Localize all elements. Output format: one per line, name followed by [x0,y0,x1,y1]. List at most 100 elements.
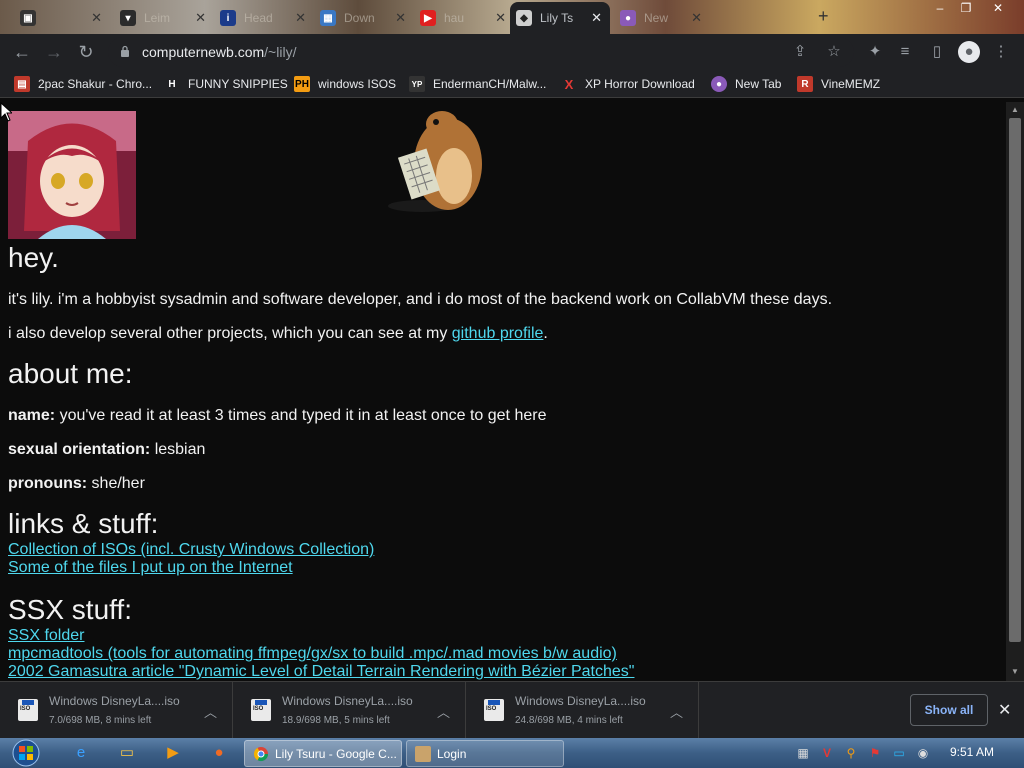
orientation-row: sexual orientation: lesbian [8,441,205,459]
bookmark-label: EndermanCH/Malw... [433,77,547,91]
mouse-cursor-icon [0,102,12,122]
files-link[interactable]: Some of the files I put up on the Intern… [8,559,293,577]
menu-kebab-icon[interactable]: ⋮ [990,41,1012,63]
folder-icon[interactable]: ▭ [116,742,138,764]
iso-file-icon [251,699,271,721]
bookmark-item[interactable]: H FUNNY SNIPPIES [164,75,288,93]
profile-avatar-icon[interactable]: ● [958,41,980,63]
tray-search-icon[interactable]: ⚲ [842,744,860,762]
taskbar-clock: 9:51 AM [950,745,995,759]
tab-favicon-icon: ● [620,10,636,26]
bookmark-item[interactable]: ▤ 2pac Shakur - Chro... [14,75,152,93]
tab-label: hau [444,11,465,25]
bookmark-2pac-icon: ▤ [14,76,30,92]
projects-paragraph: i also develop several other projects, w… [8,325,548,343]
bookmark-label: XP Horror Download [585,77,695,91]
taskbar-login-button[interactable]: Login [406,740,564,767]
projects-prefix: i also develop several other projects, w… [8,325,452,342]
show-all-button[interactable]: Show all [910,694,988,726]
avatar [8,111,136,239]
side-panel-icon[interactable]: ▯ [926,41,948,63]
close-window-icon[interactable]: ✕ [984,0,1012,16]
tab-2[interactable]: ▾ Leim ✕ [114,4,214,32]
tab-close-icon[interactable]: ✕ [295,10,306,26]
url-text[interactable]: computernewb.com/~lily/ [142,44,296,60]
firefox-icon[interactable]: ● [208,742,230,764]
minimize-icon[interactable]: – [926,0,954,16]
media-queue-icon[interactable]: ≡ [894,41,916,63]
gamasutra-article-link[interactable]: 2002 Gamasutra article "Dynamic Level of… [8,663,634,681]
tab-close-icon[interactable]: ✕ [591,10,602,26]
star-bookmark-icon[interactable]: ☆ [824,42,844,62]
scroll-up-arrow-icon[interactable]: ▲ [1010,105,1020,114]
tab-close-icon[interactable]: ✕ [495,10,506,26]
address-bar[interactable]: computernewb.com/~lily/ ⇪ ☆ [108,37,854,67]
tab-4[interactable]: ▦ Down ✕ [314,4,414,32]
url-host: computernewb.com [142,44,265,60]
bookmark-item[interactable]: X XP Horror Download [561,75,695,93]
iso-collection-link[interactable]: Collection of ISOs (incl. Crusty Windows… [8,541,374,559]
start-orb-icon[interactable] [8,738,44,768]
tab-5[interactable]: ▶ hau ✕ [414,4,514,32]
media-player-icon[interactable]: ▶ [162,742,184,764]
reload-icon[interactable]: ↻ [74,40,98,64]
back-arrow-icon[interactable]: ← [10,40,34,64]
chevron-up-icon[interactable]: ︿ [670,702,683,721]
page-scrollbar[interactable]: ▲ ▼ [1006,102,1024,681]
lock-icon [121,45,129,57]
tab-favicon-icon: ◆ [516,10,532,26]
new-tab-button[interactable]: + [818,6,829,27]
download-item[interactable]: Windows DisneyLa....iso 7.0/698 MB, 8 mi… [0,682,233,739]
bookmark-label: FUNNY SNIPPIES [188,77,288,91]
mpcmadtools-link[interactable]: mpcmadtools (tools for automating ffmpeg… [8,645,617,663]
github-profile-link[interactable]: github profile [452,325,544,342]
tab-close-icon[interactable]: ✕ [691,10,702,26]
bookmark-item[interactable]: R VineMEMZ [797,75,880,93]
bookmark-label: windows ISOS [318,77,397,91]
tab-1[interactable]: ▣ ✕ [14,4,110,32]
scroll-down-arrow-icon[interactable]: ▼ [1010,667,1020,676]
chevron-up-icon[interactable]: ︿ [204,702,217,721]
pronouns-row: pronouns: she/her [8,475,145,493]
forward-arrow-icon[interactable]: → [42,40,66,64]
tab-7[interactable]: ● New ✕ [614,4,710,32]
bookmark-label: 2pac Shakur - Chro... [38,77,153,91]
chevron-up-icon[interactable]: ︿ [437,702,450,721]
chrome-icon [253,746,269,761]
ssx-heading: SSX stuff: [8,594,132,625]
bookmark-item[interactable]: YP EndermanCH/Malw... [409,75,546,93]
tray-monitor-icon[interactable]: ▭ [890,744,908,762]
tab-3[interactable]: i Head ✕ [214,4,314,32]
bookmark-item[interactable]: PH windows ISOS [294,75,396,93]
tab-favicon-icon: ▾ [120,10,136,26]
youtube-icon: ▶ [420,10,436,26]
tab-close-icon[interactable]: ✕ [395,10,406,26]
share-icon[interactable]: ⇪ [790,42,810,62]
tab-active[interactable]: ◆ Lily Ts ✕ [510,2,610,34]
download-item[interactable]: Windows DisneyLa....iso 24.8/698 MB, 4 m… [466,682,699,739]
tab-favicon-icon: i [220,10,236,26]
tab-close-icon[interactable]: ✕ [195,10,206,26]
extensions-puzzle-icon[interactable]: ✦ [864,41,886,63]
name-value: you've read it at least 3 times and type… [55,407,547,424]
maximize-icon[interactable]: ❐ [952,0,980,16]
ssx-folder-link[interactable]: SSX folder [8,627,84,645]
download-item[interactable]: Windows DisneyLa....iso 18.9/698 MB, 5 m… [233,682,466,739]
taskbar-chrome-button[interactable]: Lily Tsuru - Google C... [244,740,402,767]
tray-network-icon[interactable]: ▦ [794,744,812,762]
toolbar: ← → ↻ computernewb.com/~lily/ ⇪ ☆ ✦ ≡ ▯ … [0,34,1024,70]
tab-close-icon[interactable]: ✕ [91,10,102,26]
tray-volume-icon[interactable]: ◉ [914,744,932,762]
bookmark-item[interactable]: ● New Tab [711,75,781,93]
internet-explorer-icon[interactable]: e [70,742,92,764]
orientation-value: lesbian [150,441,206,458]
scrollbar-thumb[interactable] [1009,118,1021,642]
close-downloads-icon[interactable]: ✕ [998,700,1011,720]
tab-label: Leim [144,11,171,25]
tray-flag-icon[interactable]: ⚑ [866,744,884,762]
tab-favicon-icon: ▣ [20,10,36,26]
tray-v-icon[interactable]: V [818,744,836,762]
about-heading: about me: [8,358,133,389]
bookmark-label: New Tab [735,77,782,91]
tab-label: Lily Ts [540,11,574,25]
